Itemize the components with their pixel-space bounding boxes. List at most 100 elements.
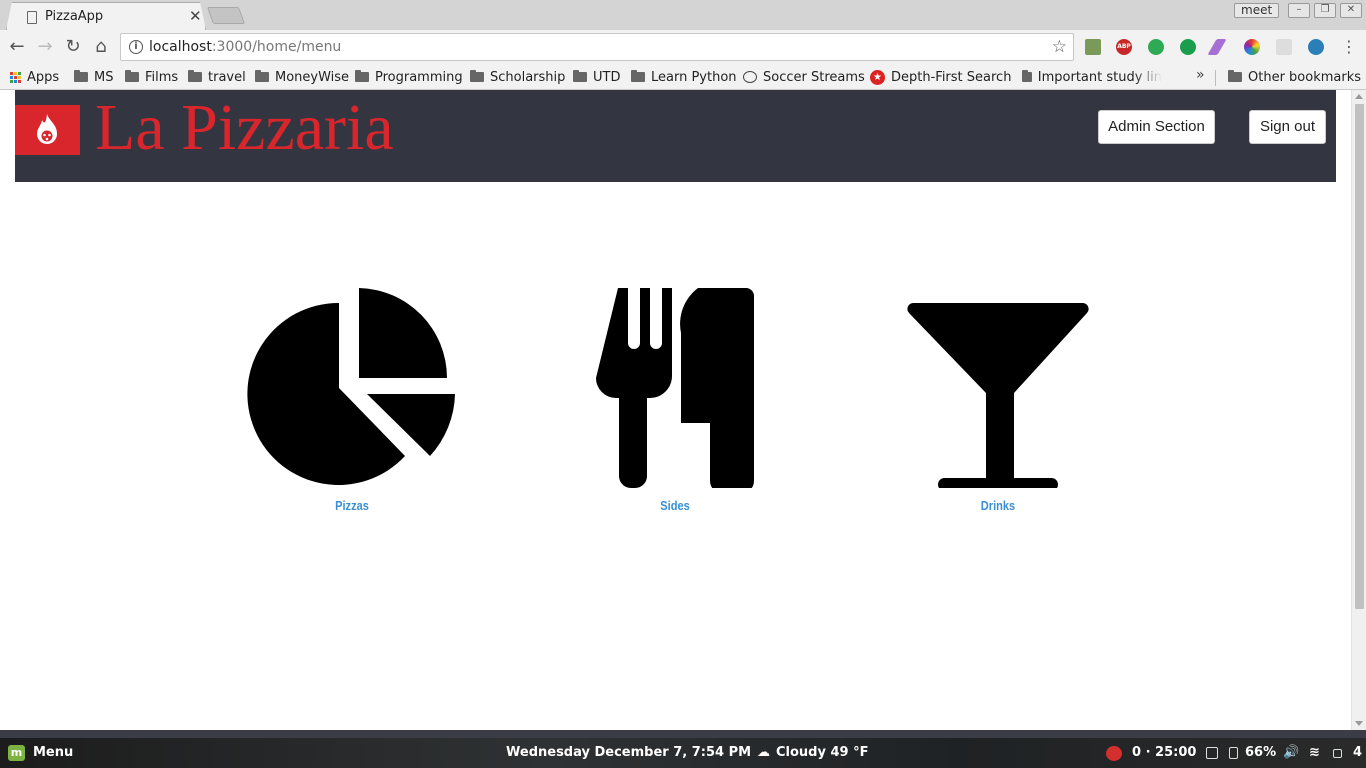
grammarly-icon[interactable] [1148, 39, 1164, 55]
bookmark-link[interactable]: Soccer Streams [743, 67, 865, 87]
weather-text[interactable]: Cloudy 49 °F [776, 745, 869, 760]
site-info-icon[interactable]: i [129, 40, 143, 54]
more-bookmarks-icon[interactable]: » [1196, 67, 1205, 83]
forward-icon[interactable]: → [34, 36, 56, 58]
admin-section-button[interactable]: Admin Section [1098, 110, 1215, 144]
browser-tab-strip: PizzaApp ✕ meet – ❐ ✕ [0, 0, 1366, 30]
bookmark-folder[interactable]: Important study lin [1022, 67, 1162, 87]
brand-title: La Pizzaria [95, 91, 394, 164]
pen-extension-icon[interactable] [1207, 39, 1227, 55]
menu-item-sides[interactable]: Sides [565, 288, 785, 513]
restore-icon[interactable]: ❐ [1314, 3, 1336, 18]
bookmark-label: MS [94, 69, 114, 85]
url-host: localhost [149, 39, 212, 55]
bookmark-label: Soccer Streams [763, 69, 865, 85]
home-icon[interactable]: ⌂ [90, 36, 112, 58]
bookmark-label: travel [208, 69, 246, 85]
bookmark-folder[interactable]: MS [74, 67, 113, 87]
sides-link[interactable]: Sides [582, 498, 769, 513]
menu-item-pizzas[interactable]: Pizzas [242, 288, 462, 513]
pizzas-link[interactable]: Pizzas [259, 498, 446, 513]
bookmark-label: Learn Python [651, 69, 737, 85]
folder-icon [188, 70, 202, 82]
fork-knife-icon [596, 288, 754, 488]
bookmark-link[interactable]: ★ Depth-First Search [870, 67, 1011, 87]
workspace-number[interactable]: 4 [1353, 745, 1362, 760]
battery-icon[interactable] [1229, 747, 1238, 759]
bookmark-folder[interactable]: Scholarship [470, 67, 565, 87]
reload-icon[interactable]: ↻ [62, 36, 84, 58]
adblock-icon[interactable]: ABP [1116, 39, 1132, 55]
bookmark-star-icon[interactable]: ☆ [1052, 37, 1067, 57]
start-menu-label[interactable]: Menu [33, 745, 73, 760]
bookmark-divider [1215, 70, 1216, 86]
volume-icon[interactable]: 🔊 [1283, 745, 1299, 760]
bookmark-label: Other bookmarks [1248, 69, 1362, 85]
bookmark-folder[interactable]: Learn Python [631, 67, 737, 87]
wifi-icon[interactable]: ≋ [1309, 745, 1320, 760]
folder-icon [74, 70, 88, 82]
close-tab-icon[interactable]: ✕ [189, 7, 202, 25]
scroll-up-icon[interactable] [1355, 94, 1363, 99]
scroll-down-icon[interactable] [1355, 721, 1363, 726]
bookmark-folder[interactable]: travel [188, 67, 246, 87]
weather-icon[interactable]: ☁ [757, 745, 770, 760]
folder-icon [573, 70, 587, 82]
bookmark-folder[interactable]: Programming [355, 67, 463, 87]
sign-out-button[interactable]: Sign out [1249, 110, 1326, 144]
browser-tab-active[interactable]: PizzaApp ✕ [6, 2, 206, 30]
bookmark-folder[interactable]: UTD [573, 67, 620, 87]
folder-icon [1228, 70, 1242, 82]
chrome-menu-icon[interactable]: ⋮ [1338, 36, 1360, 58]
apps-grid-icon [10, 71, 21, 83]
workspace-icon[interactable] [1333, 749, 1342, 758]
folder-icon [470, 70, 484, 82]
window-close-icon[interactable]: ✕ [1340, 3, 1362, 18]
new-tab-button[interactable] [206, 7, 246, 24]
pomodoro-tomato-icon[interactable] [1106, 746, 1122, 761]
pie-chart-icon [247, 288, 455, 485]
clipboard-icon[interactable] [1206, 747, 1218, 759]
url-path: :3000/home/menu [211, 39, 342, 55]
pomodoro-timer[interactable]: 0 · 25:00 [1132, 745, 1196, 760]
flame-pizza-icon [37, 114, 57, 144]
folder-icon [355, 70, 369, 82]
extension-green-icon[interactable] [1180, 39, 1196, 55]
bookmark-other[interactable]: Other bookmarks [1228, 67, 1361, 87]
bookmark-label: MoneyWise [275, 69, 350, 85]
cocktail-glass-icon [907, 302, 1089, 488]
battery-percent: 66% [1245, 745, 1277, 760]
folder-icon [1022, 70, 1032, 82]
folder-icon [125, 70, 139, 82]
url-text: localhost:3000/home/menu [149, 39, 341, 55]
page-icon [27, 11, 37, 24]
bookmark-label: Important study lin [1037, 69, 1162, 85]
tab-title: PizzaApp [45, 9, 104, 24]
scroll-thumb[interactable] [1355, 104, 1364, 609]
site-header: La Pizzaria Admin Section Sign out [15, 90, 1336, 182]
panel-strip [0, 730, 1366, 738]
drinks-link[interactable]: Drinks [905, 498, 1092, 513]
minimize-icon[interactable]: – [1288, 3, 1310, 18]
bookmark-apps[interactable]: Apps [10, 67, 59, 87]
folder-icon [255, 70, 269, 82]
bookmark-label: Films [145, 69, 179, 85]
bookmark-label: Scholarship [490, 69, 566, 85]
extension-gray-icon[interactable] [1276, 39, 1292, 55]
page-scrollbar[interactable] [1351, 90, 1366, 730]
back-icon[interactable]: ← [6, 36, 28, 58]
bookmark-folder[interactable]: Films [125, 67, 178, 87]
folder-icon [631, 70, 645, 82]
extension-blue-icon[interactable] [1308, 39, 1324, 55]
extension-evernote-icon[interactable] [1085, 39, 1101, 55]
bookmark-folder[interactable]: MoneyWise [255, 67, 349, 87]
clock[interactable]: Wednesday December 7, 7:54 PM [506, 745, 751, 760]
desktop-panel: m Menu Wednesday December 7, 7:54 PM ☁ C… [0, 730, 1366, 768]
bookmark-label: Apps [27, 69, 60, 85]
color-wheel-icon[interactable] [1244, 39, 1260, 55]
profile-button[interactable]: meet [1234, 3, 1280, 18]
menu-item-drinks[interactable]: Drinks [888, 288, 1108, 513]
mint-menu-icon[interactable]: m [8, 745, 25, 761]
bookmark-label: Programming [375, 69, 463, 85]
address-bar[interactable]: i localhost:3000/home/menu ☆ [120, 33, 1074, 61]
